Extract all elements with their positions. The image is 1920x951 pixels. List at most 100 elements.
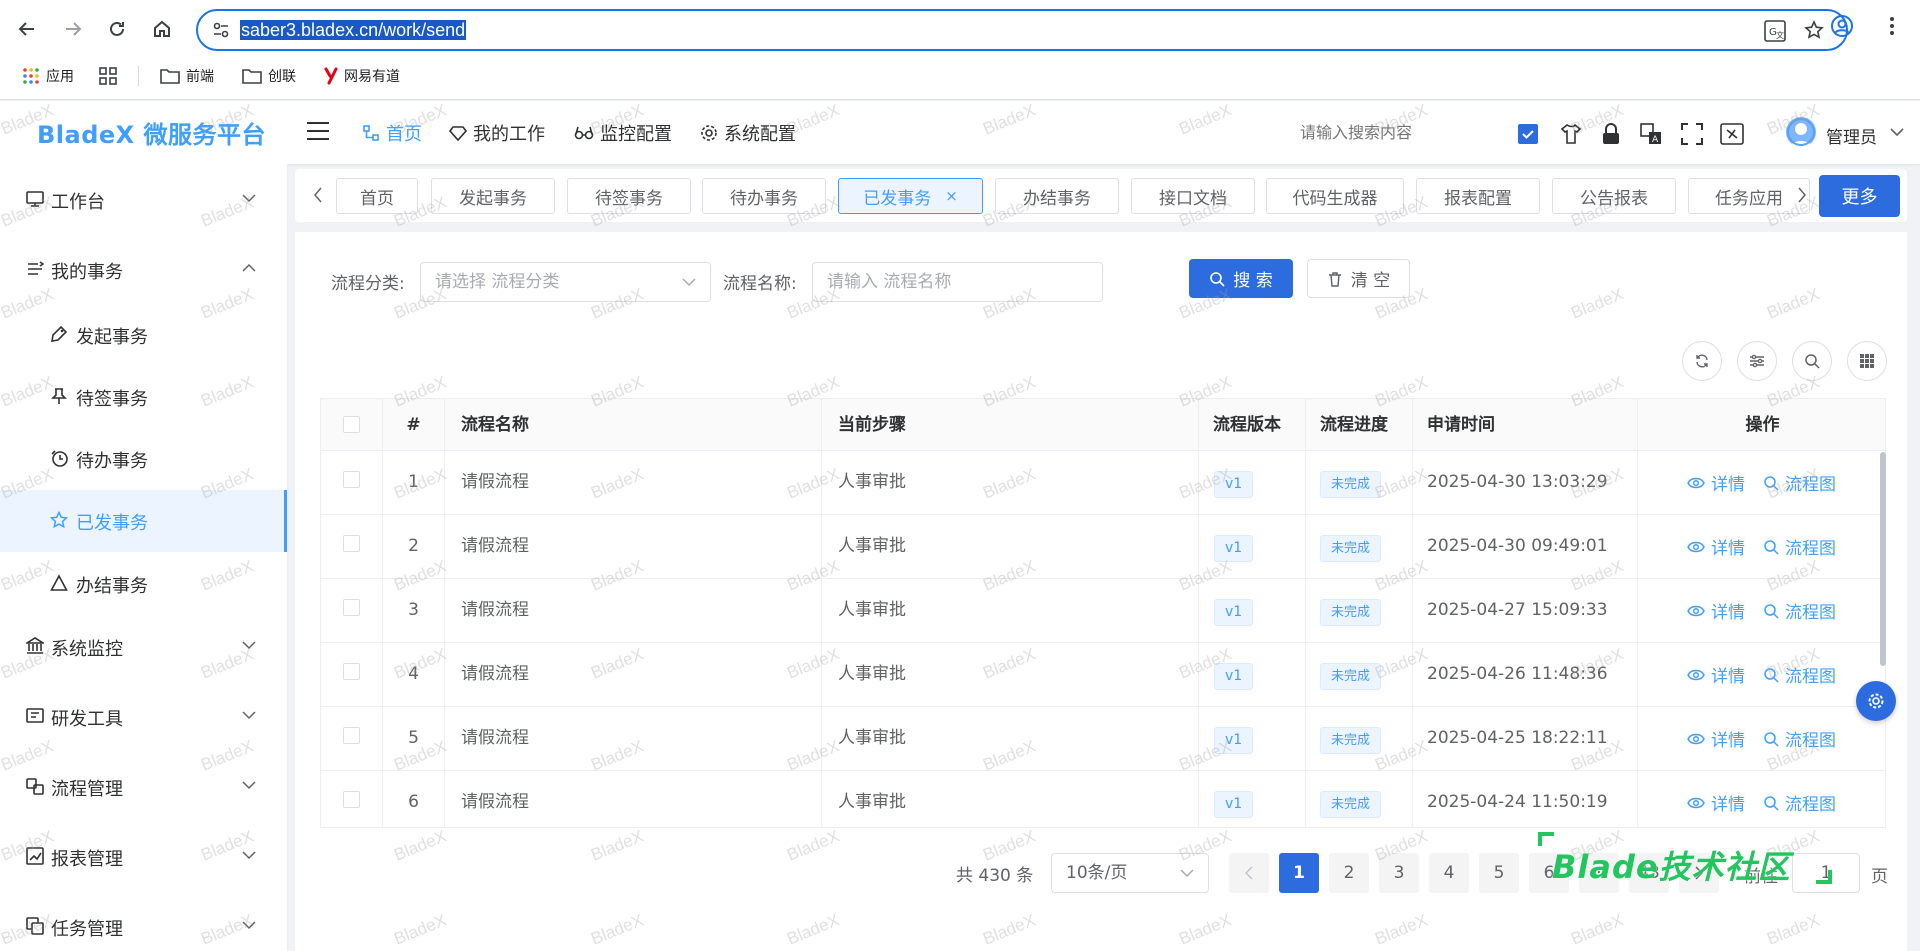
tag-code-gen[interactable]: 代码生成器 <box>1266 178 1404 214</box>
bookmark-chuanglian[interactable]: 创联 <box>242 64 296 88</box>
topnav-home[interactable]: 首页 <box>362 101 422 164</box>
app-logo[interactable]: BladeX 微服务平台 <box>37 115 266 150</box>
detail-link[interactable]: 详情 <box>1687 707 1745 770</box>
prev-page-button[interactable] <box>1229 853 1269 893</box>
page-button-43[interactable]: 43 <box>1629 853 1669 893</box>
sidebar-subitem-start[interactable]: 发起事务 <box>0 304 287 366</box>
tag-done[interactable]: 办结事务 <box>995 178 1119 214</box>
page-button-1[interactable]: 1 <box>1279 853 1319 893</box>
menu-toggle-icon[interactable] <box>306 121 330 141</box>
page-button-2[interactable]: 2 <box>1329 853 1369 893</box>
page-button-5[interactable]: 5 <box>1479 853 1519 893</box>
table-scrollbar[interactable] <box>1880 452 1886 666</box>
tag-sent[interactable]: 已发事务 × <box>838 178 983 214</box>
flow-chart-link[interactable]: 流程图 <box>1763 579 1836 642</box>
sidebar-item-workbench[interactable]: 工作台 <box>0 169 287 231</box>
language-icon[interactable]: A <box>1640 123 1662 145</box>
sidebar-subitem-done[interactable]: 办结事务 <box>0 553 287 615</box>
home-button[interactable] <box>144 11 180 47</box>
lock-icon[interactable] <box>1601 123 1621 145</box>
next-page-button[interactable] <box>1679 853 1719 893</box>
bookmark-star-icon[interactable] <box>1804 20 1824 40</box>
sidebar-item-flow-manage[interactable]: 流程管理 <box>0 756 287 818</box>
user-name[interactable]: 管理员 <box>1826 123 1877 148</box>
flow-chart-link[interactable]: 流程图 <box>1763 707 1836 770</box>
theme-shirt-icon[interactable] <box>1560 123 1582 145</box>
bookmark-tab-groups[interactable] <box>99 64 117 88</box>
sidebar-item-dev-tools[interactable]: 研发工具 <box>0 686 287 748</box>
sidebar-item-report-manage[interactable]: 报表管理 <box>0 826 287 888</box>
tag-close-icon[interactable]: × <box>945 187 958 205</box>
sidebar-item-task-manage[interactable]: 任务管理 <box>0 896 287 951</box>
sidebar-subitem-sent[interactable]: 已发事务 <box>0 490 287 552</box>
name-input[interactable]: 请输入 流程名称 <box>812 262 1103 302</box>
tag-todo[interactable]: 待办事务 <box>702 178 826 214</box>
detail-link[interactable]: 详情 <box>1687 451 1745 514</box>
chevron-down-icon <box>242 641 256 650</box>
grid-view-button[interactable] <box>1847 341 1887 381</box>
chevron-right-icon[interactable] <box>1797 187 1807 203</box>
row-checkbox[interactable] <box>343 727 360 744</box>
topnav-monitor[interactable]: 监控配置 <box>574 101 672 164</box>
tag-notice-report[interactable]: 公告报表 <box>1552 178 1676 214</box>
detail-link[interactable]: 详情 <box>1687 643 1745 706</box>
screen-lock-icon[interactable] <box>1720 123 1744 145</box>
translate-icon[interactable]: G文 <box>1764 20 1786 42</box>
sidebar-subitem-todo[interactable]: 待办事务 <box>0 428 287 490</box>
toggle-search-button[interactable] <box>1792 341 1832 381</box>
sidebar-item-my-tasks[interactable]: 我的事务 <box>0 239 287 301</box>
tag-home[interactable]: 首页 <box>336 178 418 214</box>
row-checkbox[interactable] <box>343 663 360 680</box>
category-select[interactable]: 请选择 流程分类 <box>420 262 711 302</box>
detail-link[interactable]: 详情 <box>1687 771 1745 827</box>
sidebar-item-system-monitor[interactable]: 系统监控 <box>0 616 287 678</box>
page-ellipsis[interactable]: ··· <box>1579 853 1619 893</box>
sidebar-subitem-to-sign[interactable]: 待签事务 <box>0 366 287 428</box>
forward-button[interactable] <box>55 11 91 47</box>
url-text[interactable]: saber3.bladex.cn/work/send <box>240 20 467 40</box>
page-button-3[interactable]: 3 <box>1379 853 1419 893</box>
settings-float-button[interactable] <box>1856 681 1896 721</box>
topnav-my-work[interactable]: 我的工作 <box>449 101 545 164</box>
row-checkbox[interactable] <box>343 471 360 488</box>
flow-chart-link[interactable]: 流程图 <box>1763 451 1836 514</box>
chevron-down-icon[interactable] <box>1890 127 1904 137</box>
page-size-select[interactable]: 10条/页 <box>1051 853 1209 893</box>
row-checkbox[interactable] <box>343 535 360 552</box>
bookmark-apps[interactable]: 应用 <box>22 64 74 88</box>
more-button[interactable]: 更多 <box>1819 175 1900 217</box>
flow-chart-link[interactable]: 流程图 <box>1763 643 1836 706</box>
bookmark-youdao[interactable]: 网易有道 <box>324 64 400 88</box>
tag-task-app[interactable]: 任务应用 <box>1688 178 1810 214</box>
browser-menu-icon[interactable] <box>1880 14 1904 38</box>
jump-input[interactable]: 1 <box>1792 853 1860 893</box>
detail-link[interactable]: 详情 <box>1687 515 1745 578</box>
header-search-input[interactable] <box>1300 119 1530 145</box>
page-button-6[interactable]: 6 <box>1529 853 1569 893</box>
tag-report-config[interactable]: 报表配置 <box>1416 178 1540 214</box>
page-button-4[interactable]: 4 <box>1429 853 1469 893</box>
flow-chart-link[interactable]: 流程图 <box>1763 771 1836 827</box>
back-button[interactable] <box>9 11 45 47</box>
reload-button[interactable] <box>99 11 135 47</box>
tag-start[interactable]: 发起事务 <box>431 178 555 214</box>
search-button[interactable]: 搜 索 <box>1189 259 1293 298</box>
clear-button[interactable]: 清 空 <box>1307 259 1410 298</box>
checkbox-theme-icon[interactable] <box>1517 123 1539 145</box>
flow-chart-link[interactable]: 流程图 <box>1763 515 1836 578</box>
avatar[interactable] <box>1786 117 1816 147</box>
tag-api-docs[interactable]: 接口文档 <box>1131 178 1255 214</box>
row-checkbox[interactable] <box>343 791 360 808</box>
row-checkbox[interactable] <box>343 599 360 616</box>
address-bar[interactable]: saber3.bladex.cn/work/send G文 <box>196 9 1848 51</box>
column-filter-button[interactable] <box>1737 341 1777 381</box>
detail-link[interactable]: 详情 <box>1687 579 1745 642</box>
refresh-button[interactable] <box>1682 341 1722 381</box>
topnav-system[interactable]: 系统配置 <box>700 101 796 164</box>
tag-to-sign[interactable]: 待签事务 <box>567 178 691 214</box>
chevron-left-icon[interactable] <box>313 187 323 203</box>
bookmark-frontend[interactable]: 前端 <box>160 64 214 88</box>
fullscreen-icon[interactable] <box>1681 123 1703 145</box>
select-all-checkbox[interactable] <box>343 416 360 433</box>
profile-icon[interactable] <box>1830 14 1854 38</box>
